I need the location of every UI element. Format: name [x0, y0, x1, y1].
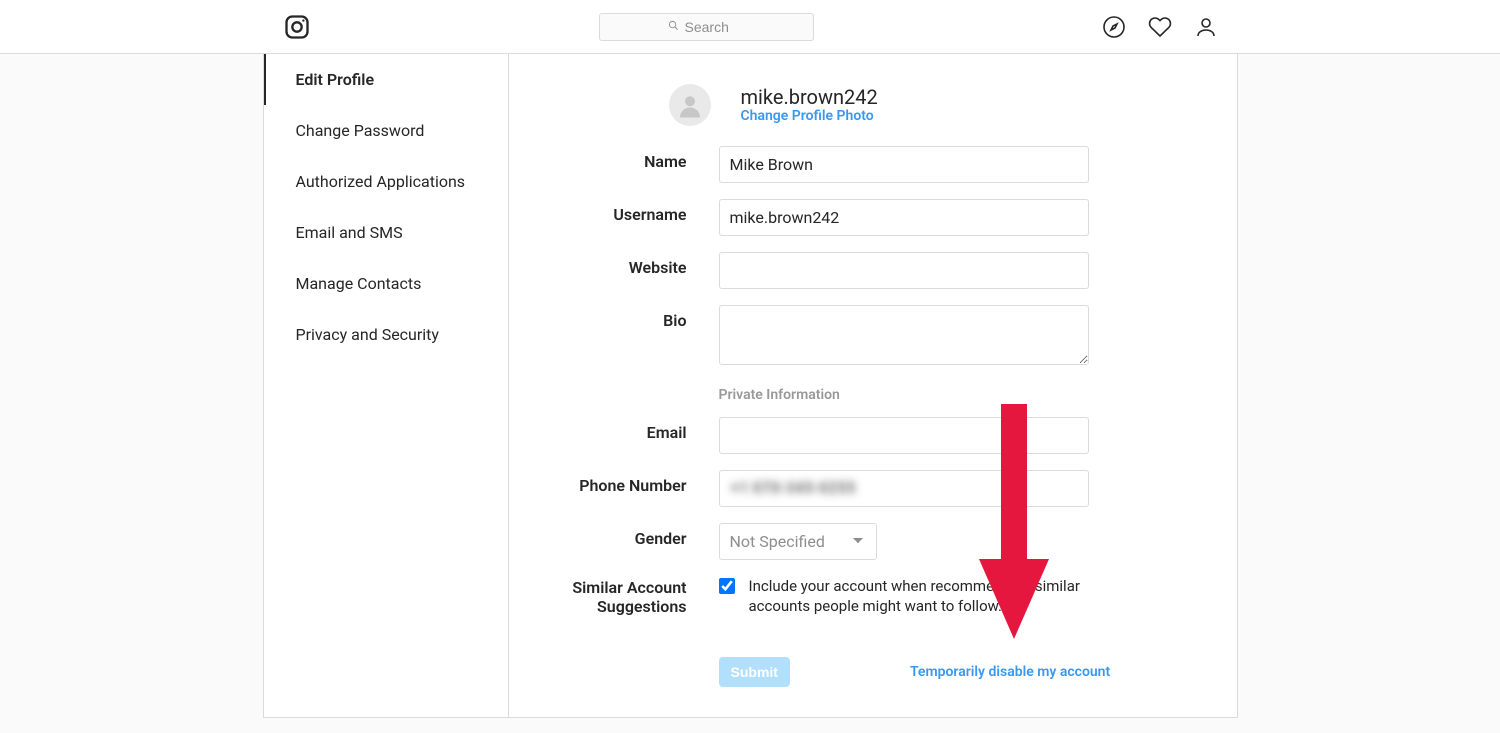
- sidebar-item-change-password[interactable]: Change Password: [264, 105, 508, 156]
- sidebar-item-privacy-security[interactable]: Privacy and Security: [264, 309, 508, 360]
- user-icon[interactable]: [1194, 15, 1218, 39]
- name-label: Name: [549, 146, 719, 171]
- sidebar-item-manage-contacts[interactable]: Manage Contacts: [264, 258, 508, 309]
- edit-profile-form: mike.brown242 Change Profile Photo Name …: [509, 54, 1237, 717]
- avatar[interactable]: [669, 84, 711, 126]
- bio-textarea[interactable]: [719, 305, 1089, 365]
- username-input[interactable]: [719, 199, 1089, 236]
- similar-label: Similar Account Suggestions: [549, 576, 719, 616]
- settings-sidebar: Edit Profile Change Password Authorized …: [264, 54, 509, 717]
- email-label: Email: [549, 417, 719, 442]
- search-box[interactable]: [599, 13, 814, 41]
- gender-label: Gender: [549, 523, 719, 548]
- disable-account-link[interactable]: Temporarily disable my account: [910, 664, 1110, 680]
- name-input[interactable]: [719, 146, 1089, 183]
- submit-button[interactable]: Submit: [719, 657, 790, 687]
- similar-text: Include your account when recommending s…: [749, 576, 1144, 617]
- instagram-logo[interactable]: [283, 13, 311, 41]
- similar-checkbox[interactable]: [719, 578, 735, 594]
- change-photo-link[interactable]: Change Profile Photo: [741, 108, 878, 124]
- email-input[interactable]: [719, 417, 1089, 454]
- website-input[interactable]: [719, 252, 1089, 289]
- gender-select[interactable]: Not Specified: [719, 523, 877, 560]
- sidebar-item-email-sms[interactable]: Email and SMS: [264, 207, 508, 258]
- sidebar-item-authorized-apps[interactable]: Authorized Applications: [264, 156, 508, 207]
- explore-icon[interactable]: [1102, 15, 1126, 39]
- phone-blurred-value: +1 070-345-0255: [731, 478, 856, 497]
- sidebar-item-edit-profile[interactable]: Edit Profile: [264, 54, 508, 105]
- bio-label: Bio: [549, 305, 719, 330]
- search-input[interactable]: [685, 19, 745, 35]
- search-icon: [668, 20, 679, 34]
- website-label: Website: [549, 252, 719, 277]
- phone-label: Phone Number: [549, 470, 719, 495]
- top-nav: [0, 0, 1500, 54]
- username-label: Username: [549, 199, 719, 224]
- heart-icon[interactable]: [1148, 15, 1172, 39]
- username-heading: mike.brown242: [741, 86, 878, 108]
- similar-help-link[interactable]: [?]: [1006, 597, 1021, 615]
- private-info-heading: Private Information: [719, 387, 1177, 403]
- settings-container: Edit Profile Change Password Authorized …: [263, 54, 1238, 718]
